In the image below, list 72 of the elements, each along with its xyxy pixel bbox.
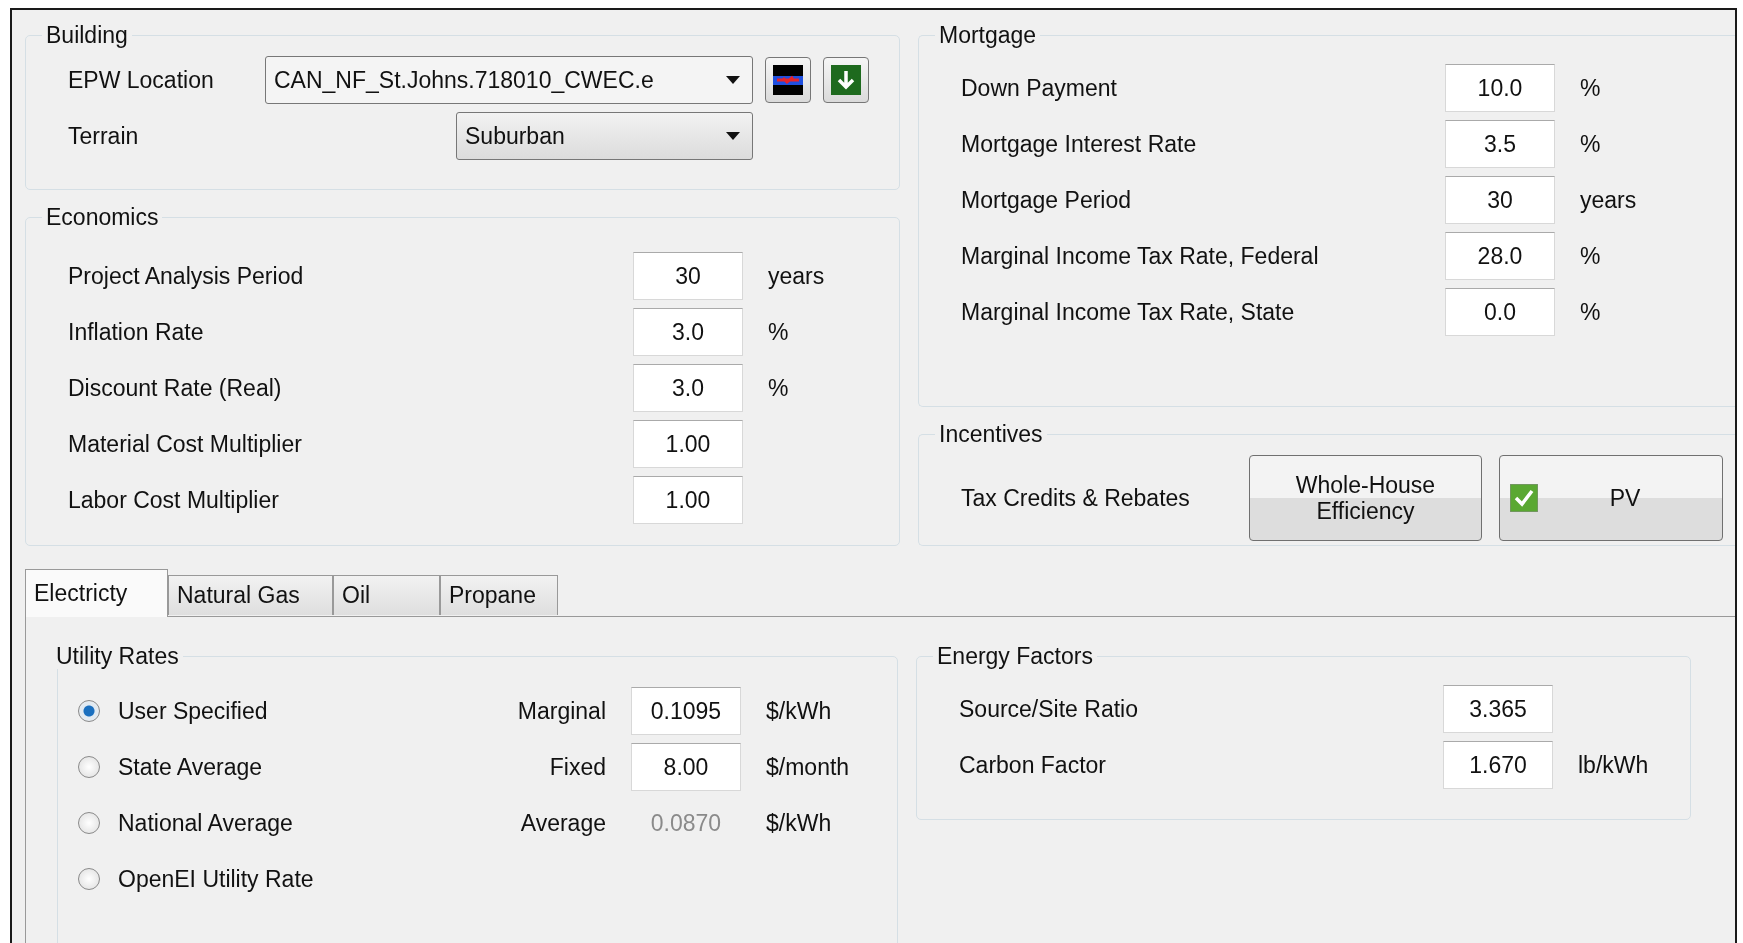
radio-button[interactable] [78, 868, 100, 890]
unit-label: $/month [766, 753, 850, 781]
unit-label: lb/kWh [1578, 751, 1650, 779]
unit-label: % [768, 318, 790, 346]
input-field[interactable]: 3.0 [633, 308, 743, 356]
field-label: Project Analysis Period [68, 262, 305, 290]
caret-icon [726, 76, 740, 84]
unit-label: % [1580, 298, 1602, 326]
option-label: National Average [118, 809, 293, 837]
input-field[interactable]: 8.00 [631, 743, 741, 791]
unit-label: $/kWh [766, 809, 833, 837]
unit-label: years [768, 262, 826, 290]
input-field[interactable]: 30 [633, 252, 743, 300]
incentive-toggle-button[interactable]: PV [1499, 455, 1723, 541]
input-field[interactable]: 10.0 [1445, 64, 1555, 112]
radio-button[interactable] [78, 756, 100, 778]
field-label: Carbon Factor [959, 751, 1107, 779]
input-field[interactable]: 1.670 [1443, 741, 1553, 789]
input-field[interactable]: 0.1095 [631, 687, 741, 735]
tab[interactable]: Electricty [25, 569, 168, 617]
field-label: Average [519, 809, 606, 837]
field-label: EPW Location [68, 66, 215, 94]
group-title: Energy Factors [936, 643, 1094, 669]
input-field[interactable]: 1.00 [633, 476, 743, 524]
group-title: Economics [45, 204, 160, 230]
group-title: Mortgage [938, 22, 1038, 48]
field-label: Down Payment [961, 74, 1118, 102]
field-label: Terrain [68, 122, 140, 150]
input-field[interactable]: 1.00 [633, 420, 743, 468]
field-label: Labor Cost Multiplier [68, 486, 280, 514]
group-title: Utility Rates [55, 643, 180, 669]
field-label: Material Cost Multiplier [68, 430, 303, 458]
unit-label: % [768, 374, 790, 402]
input-field[interactable]: 30 [1445, 176, 1555, 224]
button-label: PV [1608, 484, 1642, 512]
input-field[interactable]: 3.365 [1443, 685, 1553, 733]
caret-icon [726, 132, 740, 140]
unit-label: % [1580, 242, 1602, 270]
field-label: Marginal Income Tax Rate, State [961, 298, 1296, 326]
tab[interactable]: Natural Gas [168, 575, 333, 615]
field-label: Marginal [516, 697, 606, 725]
unit-label: years [1580, 186, 1638, 214]
terrain-dropdown[interactable]: Suburban [456, 112, 753, 160]
field-label: Discount Rate (Real) [68, 374, 283, 402]
input-field[interactable]: 28.0 [1445, 232, 1555, 280]
input-field[interactable]: 3.0 [633, 364, 743, 412]
field-label: Fixed [548, 753, 606, 781]
unit-label: % [1580, 74, 1602, 102]
field-label: Marginal Income Tax Rate, Federal [961, 242, 1320, 270]
field-label: Inflation Rate [68, 318, 205, 346]
input-field[interactable]: 0.0 [1445, 288, 1555, 336]
radio-button[interactable] [78, 812, 100, 834]
option-label: User Specified [118, 697, 268, 725]
group-title: Building [45, 22, 129, 48]
unit-label: $/kWh [766, 697, 833, 725]
option-label: State Average [118, 753, 263, 781]
field-label: Source/Site Ratio [959, 695, 1139, 723]
field-label: Tax Credits & Rebates [961, 484, 1191, 512]
input-field[interactable]: 3.5 [1445, 120, 1555, 168]
radio-button[interactable] [78, 700, 100, 722]
download-button[interactable] [823, 57, 869, 103]
map-button[interactable] [765, 57, 811, 103]
location-dropdown[interactable]: CAN_NF_St.Johns.718010_CWEC.e [265, 56, 753, 104]
field-label: Mortgage Interest Rate [961, 130, 1198, 158]
map-icon [773, 65, 803, 95]
field-label: Mortgage Period [961, 186, 1133, 214]
group-title: Incentives [938, 421, 1044, 447]
option-label: OpenEI Utility Rate [118, 865, 314, 893]
tab[interactable]: Propane [440, 575, 558, 615]
tab[interactable]: Oil [333, 575, 440, 615]
incentive-button[interactable]: Whole-House Efficiency [1249, 455, 1482, 541]
unit-label: % [1580, 130, 1602, 158]
